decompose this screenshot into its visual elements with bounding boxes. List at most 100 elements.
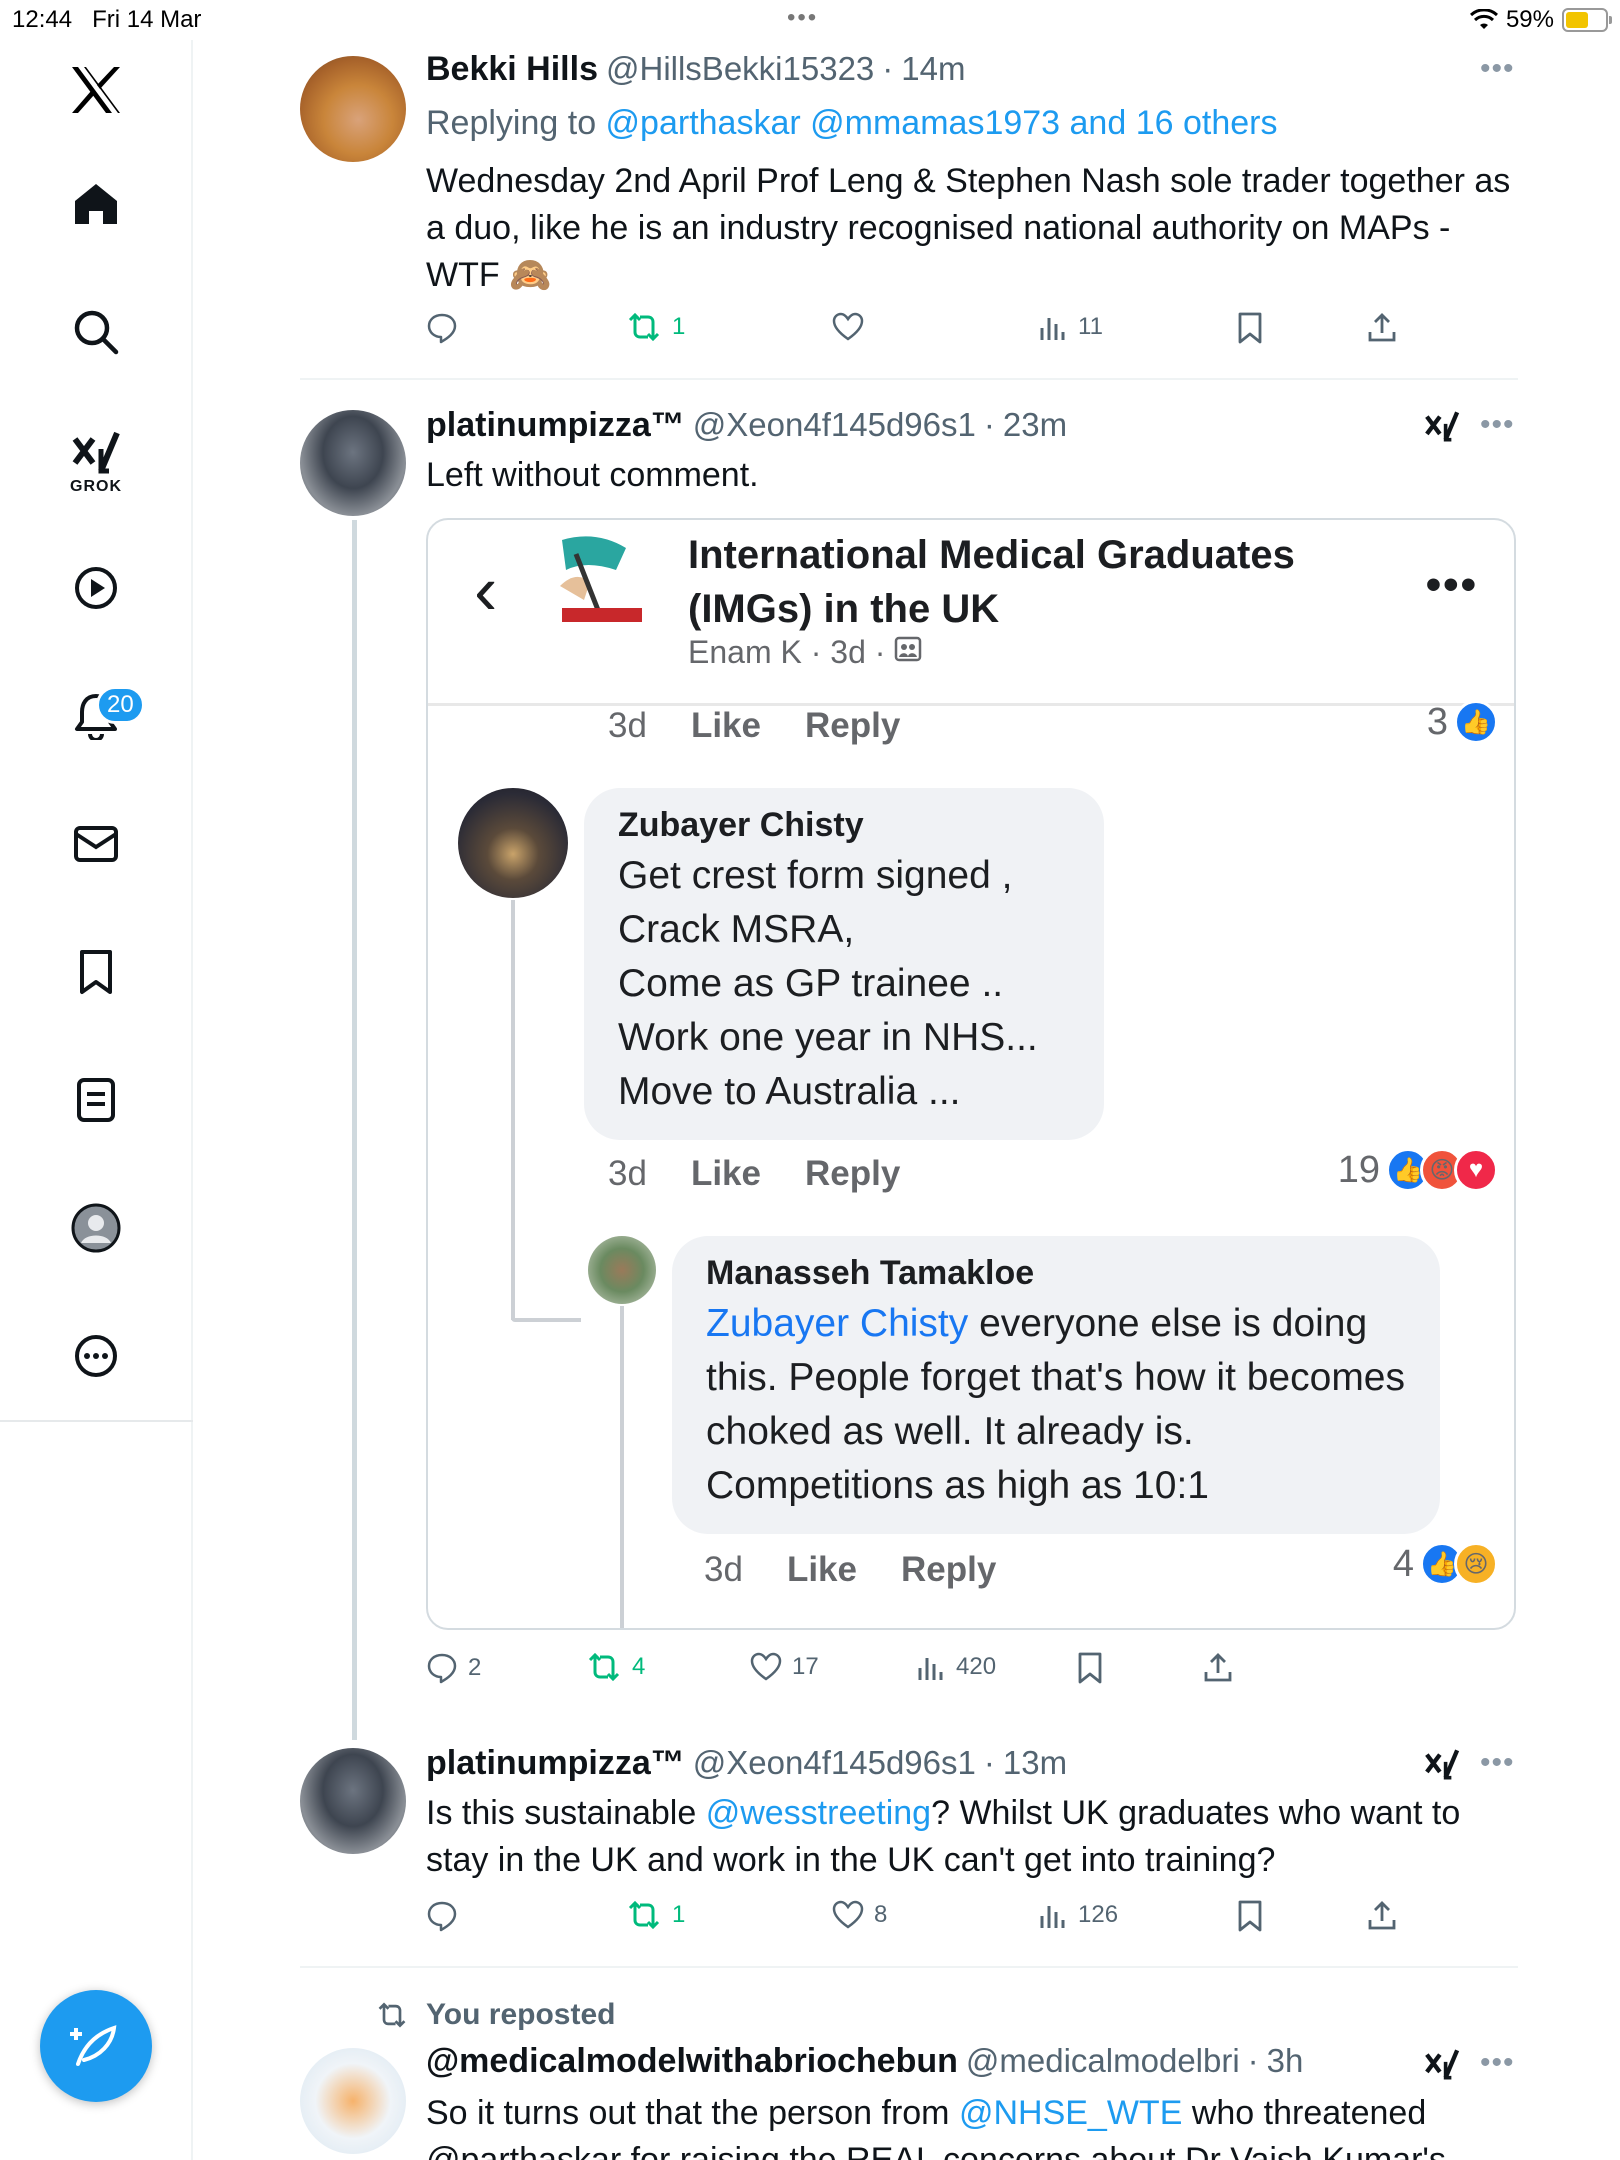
tweet-3-avatar[interactable] (300, 1748, 406, 1854)
tweet-4-avatar[interactable] (300, 2048, 406, 2154)
bookmark-icon[interactable] (56, 932, 136, 1012)
share-icon (1368, 313, 1396, 342)
fb-more-icon: ••• (1425, 560, 1478, 609)
thread-line (352, 520, 357, 1740)
bookmark-icon (1238, 312, 1262, 344)
comment-1-bubble: Zubayer Chisty Get crest form signed , C… (584, 788, 1104, 1140)
search-icon[interactable] (56, 292, 136, 372)
play-icon[interactable] (56, 548, 136, 628)
x-logo-icon[interactable] (56, 50, 136, 130)
wifi-icon (1469, 9, 1498, 29)
tweet-2-share-button[interactable] (1202, 1652, 1234, 1684)
heart-icon (832, 1900, 864, 1929)
group-icon (895, 636, 922, 662)
comment-1-author: Zubayer Chisty (618, 806, 864, 844)
tweet-2-avatar[interactable] (300, 410, 406, 516)
multitasking-dots[interactable]: ••• (787, 4, 818, 32)
repost-indicator: You reposted (376, 1998, 615, 2032)
tweet-4-text: So it turns out that the person from @NH… (426, 2094, 1427, 2132)
more-icon[interactable] (56, 1316, 136, 1396)
tweet-1-author[interactable]: Bekki Hills (426, 50, 598, 89)
tweet-1-handle[interactable]: @HillsBekki15323 (606, 50, 874, 88)
tweet-3-time[interactable]: 13m (1003, 1744, 1067, 1782)
repost-icon (628, 1900, 660, 1930)
group-sub: Enam K · 3d · (688, 634, 922, 671)
tweet-2-reply-button[interactable]: 2 (426, 1652, 481, 1684)
tweet-3-share-button[interactable] (1366, 1900, 1398, 1932)
divider (300, 1966, 1518, 1968)
tweet-4-handle[interactable]: @medicalmodelbri (966, 2042, 1240, 2080)
tweet-1-like-button[interactable] (832, 312, 874, 342)
comment-thread-line (511, 900, 515, 1320)
tweet-3-like-button[interactable]: 8 (832, 1900, 887, 1930)
tweet-3-more-button[interactable]: ••• (1480, 1746, 1515, 1780)
tweet-2-handle[interactable]: @Xeon4f145d96s1 (693, 406, 976, 444)
comment-2-meta: 3d Like Reply (704, 1550, 997, 1589)
tweet-4-more-button[interactable]: ••• (1480, 2046, 1515, 2080)
tweet-1-repost-button[interactable]: 1 (626, 312, 685, 342)
tweet-3-bookmark-button[interactable] (1236, 1900, 1264, 1932)
home-icon[interactable] (56, 164, 136, 244)
tweet-3-handle[interactable]: @Xeon4f145d96s1 (693, 1744, 976, 1782)
tweet-4-time[interactable]: 3h (1267, 2042, 1304, 2080)
tweet-3-mention[interactable]: @wesstreeting (706, 1794, 931, 1832)
grok-icon[interactable] (1424, 1744, 1460, 1789)
compose-button[interactable] (40, 1990, 152, 2102)
avatar-icon[interactable] (56, 1188, 136, 1268)
comment-1-reaction-count: 19 👍 😡 ♥ (1338, 1148, 1498, 1192)
tweet-1-views-button[interactable]: 11 (1038, 312, 1103, 342)
top-reaction-count: 3 👍 (1427, 700, 1498, 744)
tweet-2-text: Left without comment. (426, 456, 759, 494)
tweet-3-author[interactable]: platinumpizza™ (426, 1744, 685, 1783)
tweet-3-views-button[interactable]: 126 (1038, 1900, 1118, 1930)
grok-icon[interactable] (1424, 406, 1460, 451)
tweet-1-text: Wednesday 2nd April Prof Leng & Stephen … (426, 162, 1511, 294)
tweet-2-bookmark-button[interactable] (1076, 1652, 1104, 1684)
comment-2-reaction-count: 4 👍 😢 (1393, 1542, 1498, 1586)
comment-1-line: Move to Australia ... (618, 1070, 961, 1113)
replying-to-links[interactable]: @parthaskar @mmamas1973 and 16 others (606, 104, 1278, 142)
heart-icon (750, 1652, 782, 1681)
tweet-2-time[interactable]: 23m (1003, 406, 1067, 444)
views-icon (918, 1658, 943, 1680)
tweet-2-media[interactable]: ‹ International Medical Graduates (IMGs)… (426, 518, 1516, 1630)
grok-label: GROK (70, 478, 122, 495)
tweet-2-author[interactable]: platinumpizza™ (426, 406, 685, 445)
tweet-2-views-button[interactable]: 420 (916, 1652, 996, 1682)
group-title: International Medical Graduates (IMGs) i… (688, 533, 1295, 631)
compose-icon (70, 2025, 117, 2066)
mail-icon[interactable] (56, 804, 136, 884)
repost-icon (628, 312, 660, 342)
comment-1-line: Crack MSRA, (618, 908, 855, 951)
tweet-2-repost-button[interactable]: 4 (586, 1652, 645, 1682)
comment-2-bubble: Manasseh Tamakloe Zubayer Chisty everyon… (672, 1236, 1440, 1534)
sad-reaction-icon: 😢 (1454, 1542, 1498, 1586)
tweet-2-like-button[interactable]: 17 (750, 1652, 819, 1682)
repost-icon (378, 2002, 406, 2028)
status-right: 59% (1469, 6, 1612, 34)
views-icon (1040, 1906, 1065, 1928)
tweet-1-avatar[interactable] (300, 56, 406, 162)
tweet-3-reply-button[interactable] (426, 1900, 468, 1932)
tweet-1-share-button[interactable] (1366, 312, 1398, 344)
tweet-1-more-button[interactable]: ••• (1480, 52, 1515, 86)
tweet-1-time[interactable]: 14m (901, 50, 965, 88)
sidebar-divider (0, 1420, 193, 1422)
share-icon (1204, 1653, 1232, 1682)
tweet-4-mention[interactable]: @NHSE_WTE (959, 2094, 1182, 2132)
list-icon[interactable] (56, 1060, 136, 1140)
tweet-4-text-line2: @parthaskar for raising the REAL concern… (426, 2141, 1446, 2160)
tweet-2-sep: · (983, 406, 995, 443)
reply-icon (427, 313, 457, 344)
comment-2-mention: Zubayer Chisty (706, 1302, 969, 1345)
tweet-1-bookmark-button[interactable] (1236, 312, 1264, 344)
tweet-3-header: platinumpizza™ @Xeon4f145d96s1 · 13m (426, 1744, 1067, 1783)
tweet-4-sep: · (1247, 2042, 1259, 2079)
tweet-3-repost-button[interactable]: 1 (626, 1900, 685, 1930)
share-icon (1368, 1901, 1396, 1930)
tweet-4-author[interactable]: @medicalmodelwithabriochebun (426, 2042, 958, 2081)
grok-icon[interactable] (1424, 2044, 1460, 2089)
comment-1-line: Work one year in NHS... (618, 1016, 1038, 1059)
tweet-2-more-button[interactable]: ••• (1480, 408, 1515, 442)
tweet-1-reply-button[interactable] (426, 312, 468, 344)
